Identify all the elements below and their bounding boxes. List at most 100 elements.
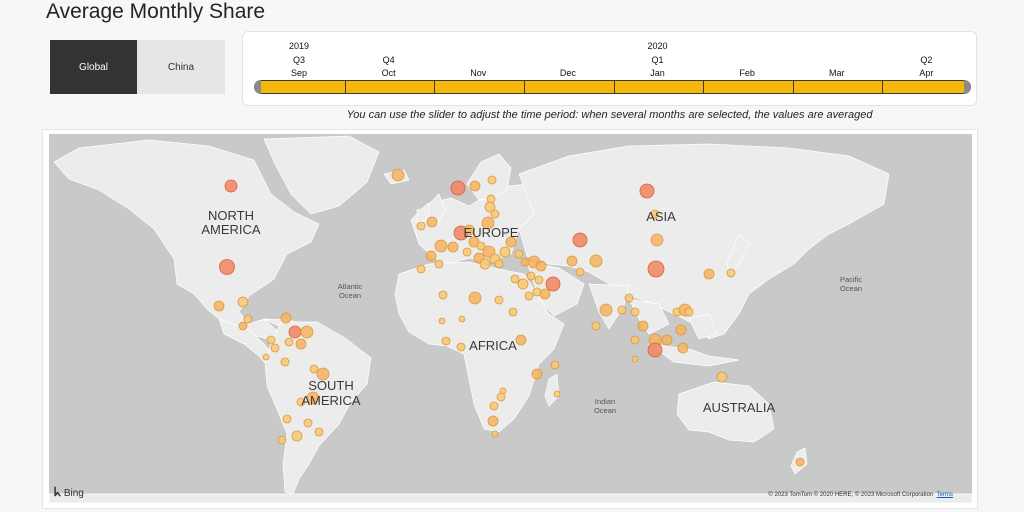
location-bubble[interactable]	[284, 337, 294, 347]
location-bubble[interactable]	[508, 307, 518, 317]
location-bubble[interactable]	[282, 414, 292, 424]
location-bubble[interactable]	[510, 274, 520, 284]
slider-track[interactable]	[254, 80, 971, 94]
location-bubble[interactable]	[314, 427, 324, 437]
location-bubble[interactable]	[624, 293, 634, 303]
location-bubble[interactable]	[647, 342, 663, 358]
location-bubble[interactable]	[630, 307, 640, 317]
location-bubble[interactable]	[575, 267, 585, 277]
location-bubble[interactable]	[726, 268, 736, 278]
location-bubble[interactable]	[490, 209, 500, 219]
location-bubble[interactable]	[469, 180, 481, 192]
location-bubble[interactable]	[462, 247, 472, 257]
global-toggle-button[interactable]: Global	[50, 40, 137, 94]
location-bubble[interactable]	[531, 368, 543, 380]
location-bubble[interactable]	[487, 415, 499, 427]
location-bubble[interactable]	[630, 335, 640, 345]
location-bubble[interactable]	[496, 392, 506, 402]
location-bubble[interactable]	[391, 168, 405, 182]
location-bubble[interactable]	[238, 321, 248, 331]
location-bubble[interactable]	[566, 255, 578, 267]
location-bubble[interactable]	[447, 241, 459, 253]
location-bubble[interactable]	[526, 271, 536, 281]
location-bubble[interactable]	[468, 291, 482, 305]
location-bubble[interactable]	[591, 321, 601, 331]
location-bubble[interactable]	[647, 260, 665, 278]
location-bubble[interactable]	[479, 258, 491, 270]
location-bubble[interactable]	[599, 303, 613, 317]
location-bubble[interactable]	[499, 246, 511, 258]
location-bubble[interactable]	[524, 291, 534, 301]
location-bubble[interactable]	[494, 259, 504, 269]
location-bubble[interactable]	[534, 275, 544, 285]
location-bubble[interactable]	[545, 276, 561, 292]
location-bubble[interactable]	[300, 325, 314, 339]
location-bubble[interactable]	[438, 317, 446, 325]
location-bubble[interactable]	[550, 360, 560, 370]
slider-end-handle[interactable]	[964, 80, 971, 94]
location-bubble[interactable]	[535, 260, 547, 272]
location-bubble[interactable]	[677, 342, 689, 354]
location-bubble[interactable]	[288, 325, 302, 339]
location-bubble[interactable]	[637, 320, 649, 332]
slider-start-handle[interactable]	[254, 80, 261, 94]
location-bubble[interactable]	[219, 259, 235, 275]
location-bubble[interactable]	[434, 259, 444, 269]
location-bubble[interactable]	[631, 355, 639, 363]
location-bubble[interactable]	[532, 287, 542, 297]
time-slider[interactable]: Sep Oct Nov Dec Jan Feb Mar Apr Q3 Q4 Q1 Q2 2019 2020	[242, 31, 977, 106]
location-bubble[interactable]	[515, 334, 527, 346]
location-bubble[interactable]	[675, 324, 687, 336]
location-bubble[interactable]	[491, 430, 499, 438]
location-bubble[interactable]	[487, 175, 497, 185]
location-bubble[interactable]	[425, 250, 437, 262]
location-bubble[interactable]	[553, 390, 561, 398]
location-bubble[interactable]	[224, 179, 238, 193]
slider-month-label: Feb	[739, 68, 755, 78]
location-bubble[interactable]	[795, 457, 805, 467]
location-bubble[interactable]	[309, 364, 319, 374]
location-bubble[interactable]	[684, 307, 694, 317]
location-bubble[interactable]	[434, 239, 448, 253]
location-bubble[interactable]	[262, 353, 270, 361]
location-bubble[interactable]	[438, 290, 448, 300]
location-bubble[interactable]	[703, 268, 715, 280]
location-bubble[interactable]	[589, 254, 603, 268]
location-bubble[interactable]	[617, 305, 627, 315]
location-bubble[interactable]	[441, 336, 451, 346]
location-bubble[interactable]	[295, 338, 307, 350]
location-bubble[interactable]	[416, 264, 426, 274]
location-bubble[interactable]	[237, 296, 249, 308]
slider-tick	[703, 80, 705, 94]
location-bubble[interactable]	[277, 435, 287, 445]
terms-link[interactable]: Terms	[937, 492, 953, 498]
location-bubble[interactable]	[494, 295, 504, 305]
slider-month-label: Sep	[290, 68, 308, 78]
location-bubble[interactable]	[280, 312, 292, 324]
location-bubble[interactable]	[456, 342, 466, 352]
location-bubble[interactable]	[639, 183, 655, 199]
location-bubble[interactable]	[416, 221, 426, 231]
location-bubble[interactable]	[517, 278, 529, 290]
location-bubble[interactable]	[270, 343, 280, 353]
location-bubble[interactable]	[280, 357, 290, 367]
location-bubble[interactable]	[539, 288, 551, 300]
location-bubble[interactable]	[514, 249, 524, 259]
world-map[interactable]: NORTHAMERICA EUROPEASIAAFRICASOUTHAMERICA…	[49, 134, 972, 503]
location-bubble[interactable]	[426, 216, 438, 228]
location-bubble[interactable]	[266, 335, 276, 345]
location-bubble[interactable]	[716, 371, 728, 383]
location-bubble[interactable]	[458, 315, 466, 323]
location-bubble[interactable]	[303, 418, 313, 428]
location-bubble[interactable]	[572, 232, 588, 248]
location-bubble[interactable]	[291, 430, 303, 442]
location-bubble[interactable]	[213, 300, 225, 312]
location-bubble[interactable]	[450, 180, 466, 196]
slider-month-label: Apr	[919, 68, 934, 78]
china-toggle-button[interactable]: China	[137, 40, 225, 94]
location-bubble[interactable]	[650, 233, 664, 247]
location-bubble[interactable]	[243, 314, 253, 324]
location-bubble[interactable]	[661, 334, 673, 346]
location-bubble[interactable]	[489, 401, 499, 411]
slider-month-label: Nov	[470, 68, 487, 78]
